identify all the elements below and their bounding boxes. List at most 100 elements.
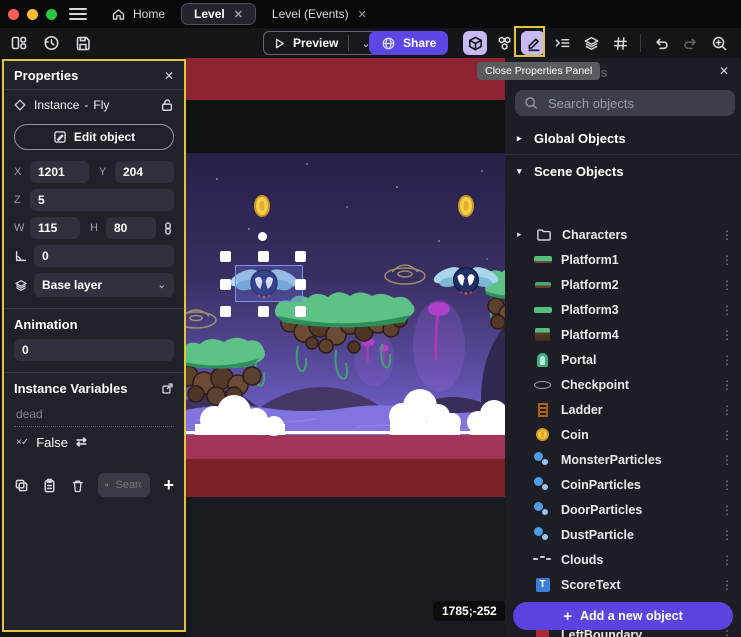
selection-handle-se[interactable] [295, 306, 306, 317]
object-item-clouds[interactable]: Clouds ⋮ [505, 547, 741, 572]
item-menu-icon[interactable]: ⋮ [721, 328, 731, 342]
item-menu-icon[interactable]: ⋮ [721, 403, 731, 417]
item-menu-icon[interactable]: ⋮ [721, 378, 731, 392]
item-menu-icon[interactable]: ⋮ [721, 353, 731, 367]
item-menu-icon[interactable]: ⋮ [721, 428, 731, 442]
close-objects-panel-icon[interactable]: ✕ [719, 64, 729, 78]
item-menu-icon[interactable]: ⋮ [721, 528, 731, 542]
z-order-icon[interactable] [550, 31, 574, 55]
layers-icon[interactable] [579, 31, 603, 55]
variable-value-row[interactable]: ×✓ False ⇄ [4, 427, 184, 457]
3d-view-toggle-icon[interactable] [463, 31, 487, 55]
width-field[interactable] [30, 217, 80, 239]
object-item-coin[interactable]: Coin ⋮ [505, 422, 741, 447]
open-variables-editor-icon[interactable] [161, 382, 174, 395]
delete-variable-icon[interactable] [70, 478, 85, 493]
toggle-boolean-icon[interactable]: ⇄ [76, 434, 87, 450]
variables-search-box[interactable] [98, 473, 150, 497]
x-field[interactable] [30, 161, 89, 183]
selection-handle-ne[interactable] [295, 251, 306, 262]
variables-search-input[interactable] [113, 478, 143, 492]
selection-handle-w[interactable] [220, 279, 231, 290]
object-item-platform3[interactable]: Platform3 ⋮ [505, 297, 741, 322]
object-item-platform2[interactable]: Platform2 ⋮ [505, 272, 741, 297]
selection-handle-nw[interactable] [220, 251, 231, 262]
layer-select[interactable]: Base layer ⌄ [34, 273, 174, 297]
add-new-object-button[interactable]: + Add a new object [513, 602, 733, 630]
lock-aspect-ratio-icon[interactable] [162, 221, 174, 236]
zoom-in-icon[interactable] [707, 31, 731, 55]
grid-icon[interactable] [608, 31, 632, 55]
group-scene-objects[interactable]: ▾ Scene Objects [505, 157, 741, 185]
paste-variable-icon[interactable] [42, 478, 57, 493]
share-label: Share [403, 36, 436, 50]
panels-layout-icon[interactable] [10, 34, 28, 52]
object-item-dustparticle[interactable]: DustParticle ⋮ [505, 522, 741, 547]
edit-object-icon [53, 130, 67, 144]
minimize-window-button[interactable] [27, 9, 38, 20]
object-item-doorparticles[interactable]: DoorParticles ⋮ [505, 497, 741, 522]
item-menu-icon[interactable]: ⋮ [721, 503, 731, 517]
object-item-checkpoint[interactable]: Checkpoint ⋮ [505, 372, 741, 397]
selection-handle-n[interactable] [258, 251, 269, 262]
share-button[interactable]: Share [369, 31, 448, 55]
selected-instance-fly[interactable] [235, 265, 303, 302]
item-menu-icon[interactable]: ⋮ [721, 453, 731, 467]
main-menu-icon[interactable] [69, 8, 87, 20]
angle-field[interactable] [34, 245, 174, 267]
history-icon[interactable] [42, 34, 60, 52]
edit-object-button[interactable]: Edit object [14, 124, 174, 150]
close-tab-icon[interactable]: ✕ [358, 8, 367, 21]
selection-handle-s[interactable] [258, 306, 269, 317]
group-global-objects[interactable]: ▸ Global Objects [505, 124, 741, 152]
z-field[interactable] [30, 189, 174, 211]
redo-icon[interactable] [678, 31, 702, 55]
preview-button[interactable]: Preview ⌄ [263, 31, 380, 55]
object-item-ladder[interactable]: Ladder ⋮ [505, 397, 741, 422]
edit-draw-icon[interactable] [521, 31, 545, 55]
close-properties-icon[interactable]: ✕ [164, 69, 174, 83]
objects-search-input[interactable] [546, 95, 726, 112]
preview-label: Preview [293, 36, 338, 50]
save-icon[interactable] [74, 34, 92, 52]
tab-level[interactable]: Level ✕ [181, 3, 256, 25]
variable-name[interactable]: dead [14, 404, 174, 427]
selection-handle-e[interactable] [295, 279, 306, 290]
object-groups-icon[interactable] [492, 31, 516, 55]
close-window-button[interactable] [8, 9, 19, 20]
item-menu-icon[interactable]: ⋮ [721, 478, 731, 492]
item-menu-icon[interactable]: ⋮ [721, 253, 731, 267]
object-item-portal[interactable]: Portal ⋮ [505, 347, 741, 372]
caret-right-icon[interactable]: ▸ [517, 229, 525, 240]
animation-field[interactable] [14, 339, 174, 361]
add-variable-button[interactable]: + [163, 476, 174, 494]
copy-variable-icon[interactable] [14, 478, 29, 493]
selection-handle-sw[interactable] [220, 306, 231, 317]
maximize-window-button[interactable] [46, 9, 57, 20]
object-item-platform4[interactable]: Platform4 ⋮ [505, 322, 741, 347]
tab-home[interactable]: Home [99, 3, 177, 25]
unlock-icon[interactable] [160, 98, 174, 112]
item-menu-icon[interactable]: ⋮ [721, 278, 731, 292]
object-item-platform1[interactable]: Platform1 ⋮ [505, 247, 741, 272]
object-item-coinparticles[interactable]: CoinParticles ⋮ [505, 472, 741, 497]
trash-icon[interactable] [736, 31, 741, 55]
selection-rotate-handle[interactable] [258, 232, 267, 241]
item-menu-icon[interactable]: ⋮ [721, 303, 731, 317]
tab-level-events[interactable]: Level (Events) ✕ [260, 3, 379, 25]
caret-down-icon: ▾ [517, 166, 525, 177]
height-field[interactable] [106, 217, 156, 239]
undo-icon[interactable] [649, 31, 673, 55]
item-menu-icon[interactable]: ⋮ [721, 578, 731, 592]
object-item-characters[interactable]: ▸ Characters ⋮ [505, 222, 741, 247]
scene-canvas[interactable]: 1785;-252 [186, 58, 505, 637]
y-field[interactable] [115, 161, 174, 183]
tab-label: Level [194, 7, 225, 21]
item-menu-icon[interactable]: ⋮ [721, 228, 731, 242]
object-item-monsterparticles[interactable]: MonsterParticles ⋮ [505, 447, 741, 472]
objects-search-box[interactable] [515, 90, 735, 116]
play-icon [272, 36, 287, 51]
item-menu-icon[interactable]: ⋮ [721, 553, 731, 567]
close-tab-icon[interactable]: ✕ [234, 8, 243, 21]
object-item-scoretext[interactable]: T ScoreText ⋮ [505, 572, 741, 597]
